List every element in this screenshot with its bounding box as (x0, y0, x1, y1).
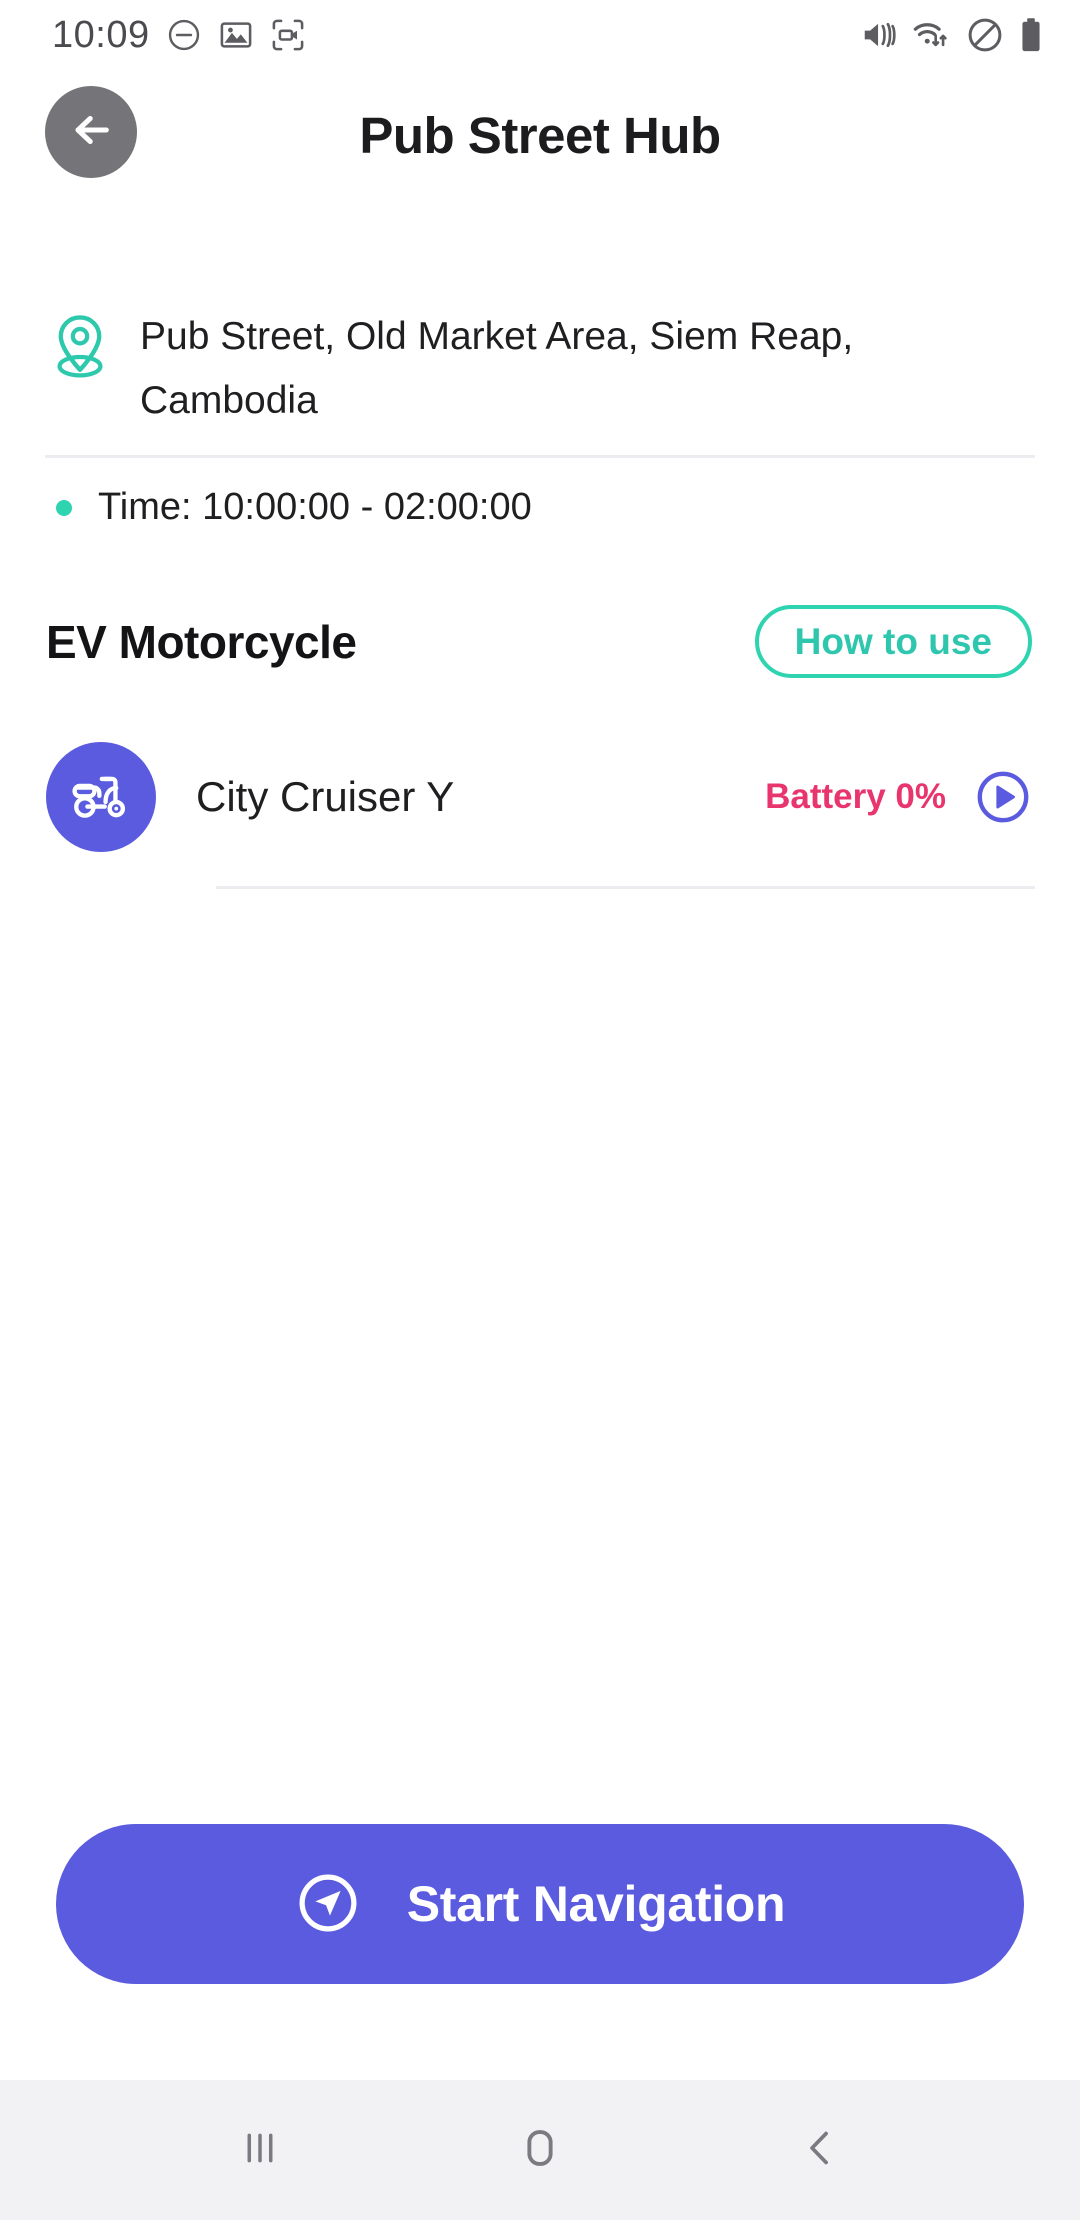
vehicle-name: City Cruiser Y (196, 773, 455, 820)
section-title: EV Motorcycle (46, 615, 357, 668)
system-navigation-bar (0, 2080, 1080, 2220)
wifi-data-transfer-icon (912, 16, 952, 54)
bullet-dot-icon (56, 499, 72, 516)
home-icon (511, 2119, 569, 2182)
do-not-disturb-icon (966, 16, 1004, 54)
status-clock: 10:09 (52, 13, 150, 56)
vehicle-section-header: EV Motorcycle How to use (0, 529, 1080, 678)
sound-vibrate-mute-icon (860, 16, 898, 54)
screen-recorder-icon (270, 17, 306, 53)
app-header: Pub Street Hub (0, 70, 1080, 200)
location-address-text: Pub Street, Old Market Area, Siem Reap, … (140, 315, 854, 422)
operating-hours-text: Time: 10:00:00 - 02:00:00 (98, 486, 532, 528)
status-bar: 10:09 (0, 0, 1080, 70)
vehicle-status: Battery 0% (765, 768, 1032, 826)
vehicle-list-item[interactable]: City Cruiser Y Battery 0% (0, 678, 1080, 852)
cta-container: Start Navigation (0, 1824, 1080, 1984)
app-screen: 10:09 Pub Street Hub Pub Street, Old Mar… (0, 0, 1080, 2220)
scooter-icon (68, 762, 134, 833)
status-badge: Battery 0% (765, 777, 946, 816)
arrow-left-icon (68, 107, 114, 158)
status-bar-left: 10:09 (52, 14, 306, 57)
recents-button[interactable] (200, 2090, 320, 2210)
status-bar-right (860, 16, 1044, 54)
back-button[interactable] (45, 86, 137, 178)
vehicle-info: City Cruiser Y (156, 773, 765, 821)
start-navigation-button[interactable]: Start Navigation (56, 1824, 1024, 1984)
navigation-arrow-icon (295, 1870, 361, 1939)
back-chevron-icon (792, 2120, 848, 2181)
operating-hours-row: Time: 10:00:00 - 02:00:00 (0, 458, 1080, 529)
do-not-disturb-minus-icon (166, 17, 202, 53)
start-navigation-label: Start Navigation (406, 1876, 786, 1932)
avatar (46, 742, 156, 852)
bottom-gap (0, 1984, 1080, 2080)
recents-icon (232, 2120, 288, 2181)
map-pin-icon (48, 305, 134, 388)
play-circle-icon[interactable] (974, 768, 1032, 826)
battery-icon (1018, 16, 1044, 54)
back-button-nav[interactable] (760, 2090, 880, 2210)
how-to-use-button[interactable]: How to use (754, 605, 1032, 678)
home-button[interactable] (480, 2090, 600, 2210)
page-title: Pub Street Hub (359, 106, 721, 164)
location-address-row: Pub Street, Old Market Area, Siem Reap, … (0, 305, 1080, 433)
image-gallery-icon (218, 17, 254, 53)
